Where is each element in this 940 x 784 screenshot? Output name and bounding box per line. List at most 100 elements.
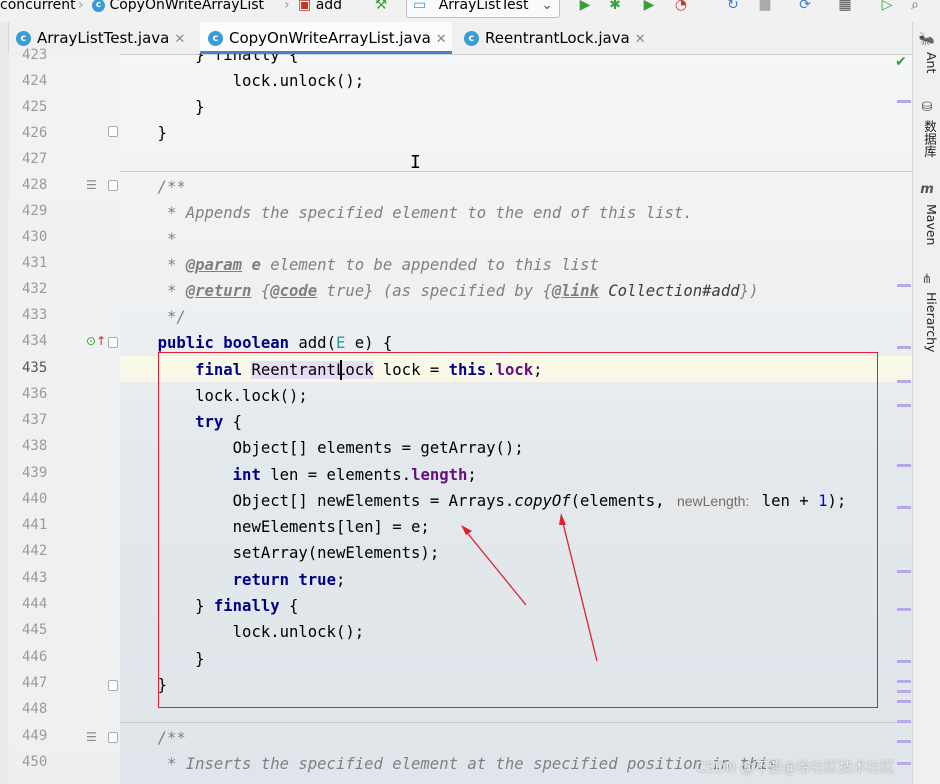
method-separator [120,171,912,172]
code-line: * @return {@code true} (as specified by … [120,282,759,300]
ant-icon: 🐜 [918,32,936,47]
tab-copyonwritearraylist[interactable]: c CopyOnWriteArrayList.java ✕ [200,22,452,54]
scroll-marker[interactable] [897,690,911,693]
scroll-marker[interactable] [897,700,911,703]
line-number: 429 [22,203,48,219]
method-separator [120,722,912,723]
scroll-marker[interactable] [897,762,911,765]
scroll-marker[interactable] [897,100,911,103]
line-number: 436 [22,386,48,402]
tool-tab-hierarchy[interactable]: Hierarchy [915,292,939,352]
run-config-icon: ▭ [413,0,427,13]
scroll-marker[interactable] [897,570,911,573]
javadoc-toggle-icon[interactable]: ☰ [86,730,97,744]
line-number: 435 [22,360,48,376]
scroll-marker[interactable] [897,608,911,611]
overrides-method-icon[interactable]: ⊙↑ [86,334,106,348]
coverage-icon[interactable]: ▶ [640,0,658,14]
scroll-marker[interactable] [897,404,911,407]
breadcrumb-method[interactable]: ▣ add [298,0,342,16]
scroll-marker[interactable] [897,506,911,509]
class-icon: c [92,0,105,12]
code-line: * @param e element to be appended to thi… [120,256,599,274]
code-editor[interactable]: } finally { lock.unlock(); } } /** * App… [120,54,912,784]
project-structure-icon[interactable]: ▦ [836,0,854,14]
scroll-marker[interactable] [897,346,911,349]
tool-tab-ant[interactable]: Ant [915,52,939,73]
line-number: 437 [22,412,48,428]
line-number: 427 [22,151,48,167]
scroll-marker[interactable] [897,464,911,467]
database-icon: ⛁ [921,100,933,115]
class-icon: c [208,31,223,46]
run-config-label: ArrayListTest [438,0,529,13]
fold-marker-icon[interactable] [108,337,118,348]
line-number: 430 [22,229,48,245]
debug-icon[interactable]: ✱ [606,0,624,14]
line-number: 445 [22,622,48,638]
line-number: 431 [22,255,48,271]
line-number: 438 [22,438,48,454]
line-number: 423 [22,47,48,63]
line-number: 444 [22,596,48,612]
line-number: 424 [22,73,48,89]
line-number: 433 [22,307,48,323]
profile-icon[interactable]: ◔ [672,0,690,14]
method-icon: ▣ [298,0,312,13]
scroll-marker[interactable] [897,680,911,683]
editor-tabs: c ArrayListTest.java ✕ c CopyOnWriteArrayLi… [0,22,912,55]
line-number: 428 [22,177,48,193]
update-icon[interactable]: ↻ [724,0,742,14]
line-number: 442 [22,543,48,559]
line-number: 434 [22,333,48,349]
fold-marker-icon[interactable] [108,180,118,191]
annotation-box [158,352,878,708]
tool-tab-database[interactable]: 数据库 [915,120,939,158]
code-line: /** [120,729,186,747]
hierarchy-icon: ⋔ [921,272,933,287]
breadcrumb-class[interactable]: c CopyOnWriteArrayList [92,0,264,16]
close-icon[interactable]: ✕ [174,32,185,47]
run-anything-icon[interactable]: ▷ [878,0,896,14]
scroll-marker[interactable] [897,740,911,743]
code-line: * [120,230,177,248]
close-icon[interactable]: ✕ [635,32,646,47]
code-line: } [120,124,167,142]
scroll-marker[interactable] [897,660,911,663]
fold-marker-icon[interactable] [108,126,118,137]
fold-marker-icon[interactable] [108,680,118,691]
close-icon[interactable]: ✕ [436,32,447,47]
tool-tab-maven[interactable]: Maven [915,204,939,245]
build-hammer-icon[interactable]: ⚒ [372,0,390,14]
line-number-gutter: 423 424 425 426 427 428 429 430 431 432 … [8,47,120,784]
line-number: 432 [22,281,48,297]
stop-icon[interactable]: ■ [756,0,774,14]
breadcrumb-separator: › [78,0,84,13]
code-line: } finally { [120,54,299,64]
run-configuration-select[interactable]: ▭ ArrayListTest ⌄ [406,0,560,18]
line-number: 426 [22,125,48,141]
line-number: 439 [22,465,48,481]
javadoc-toggle-icon[interactable]: ☰ [86,178,97,192]
line-number: 443 [22,570,48,586]
code-line: } [120,98,205,116]
line-number: 440 [22,491,48,507]
scroll-marker[interactable] [897,284,911,287]
run-icon[interactable]: ▶ [576,0,594,14]
navigation-bar: concurrent › c CopyOnWriteArrayList › ▣ … [0,0,940,23]
scroll-marker[interactable] [897,380,911,383]
line-number: 446 [22,649,48,665]
line-number: 450 [22,754,48,770]
line-number: 425 [22,99,48,115]
breadcrumb-class-label: CopyOnWriteArrayList [109,0,264,13]
line-number: 448 [22,701,48,717]
code-line: lock.unlock(); [120,72,365,90]
breadcrumb-separator: › [284,0,290,13]
scroll-marker[interactable] [897,720,911,723]
breadcrumb-package[interactable]: concurrent [0,0,76,16]
inspection-ok-icon[interactable]: ✔ [895,54,907,70]
vcs-icon[interactable]: ⟳ [796,0,814,14]
tab-reentrantlock[interactable]: c ReentrantLock.java ✕ [464,22,654,54]
search-icon[interactable]: ⌕ [906,0,924,14]
fold-marker-icon[interactable] [108,732,118,743]
